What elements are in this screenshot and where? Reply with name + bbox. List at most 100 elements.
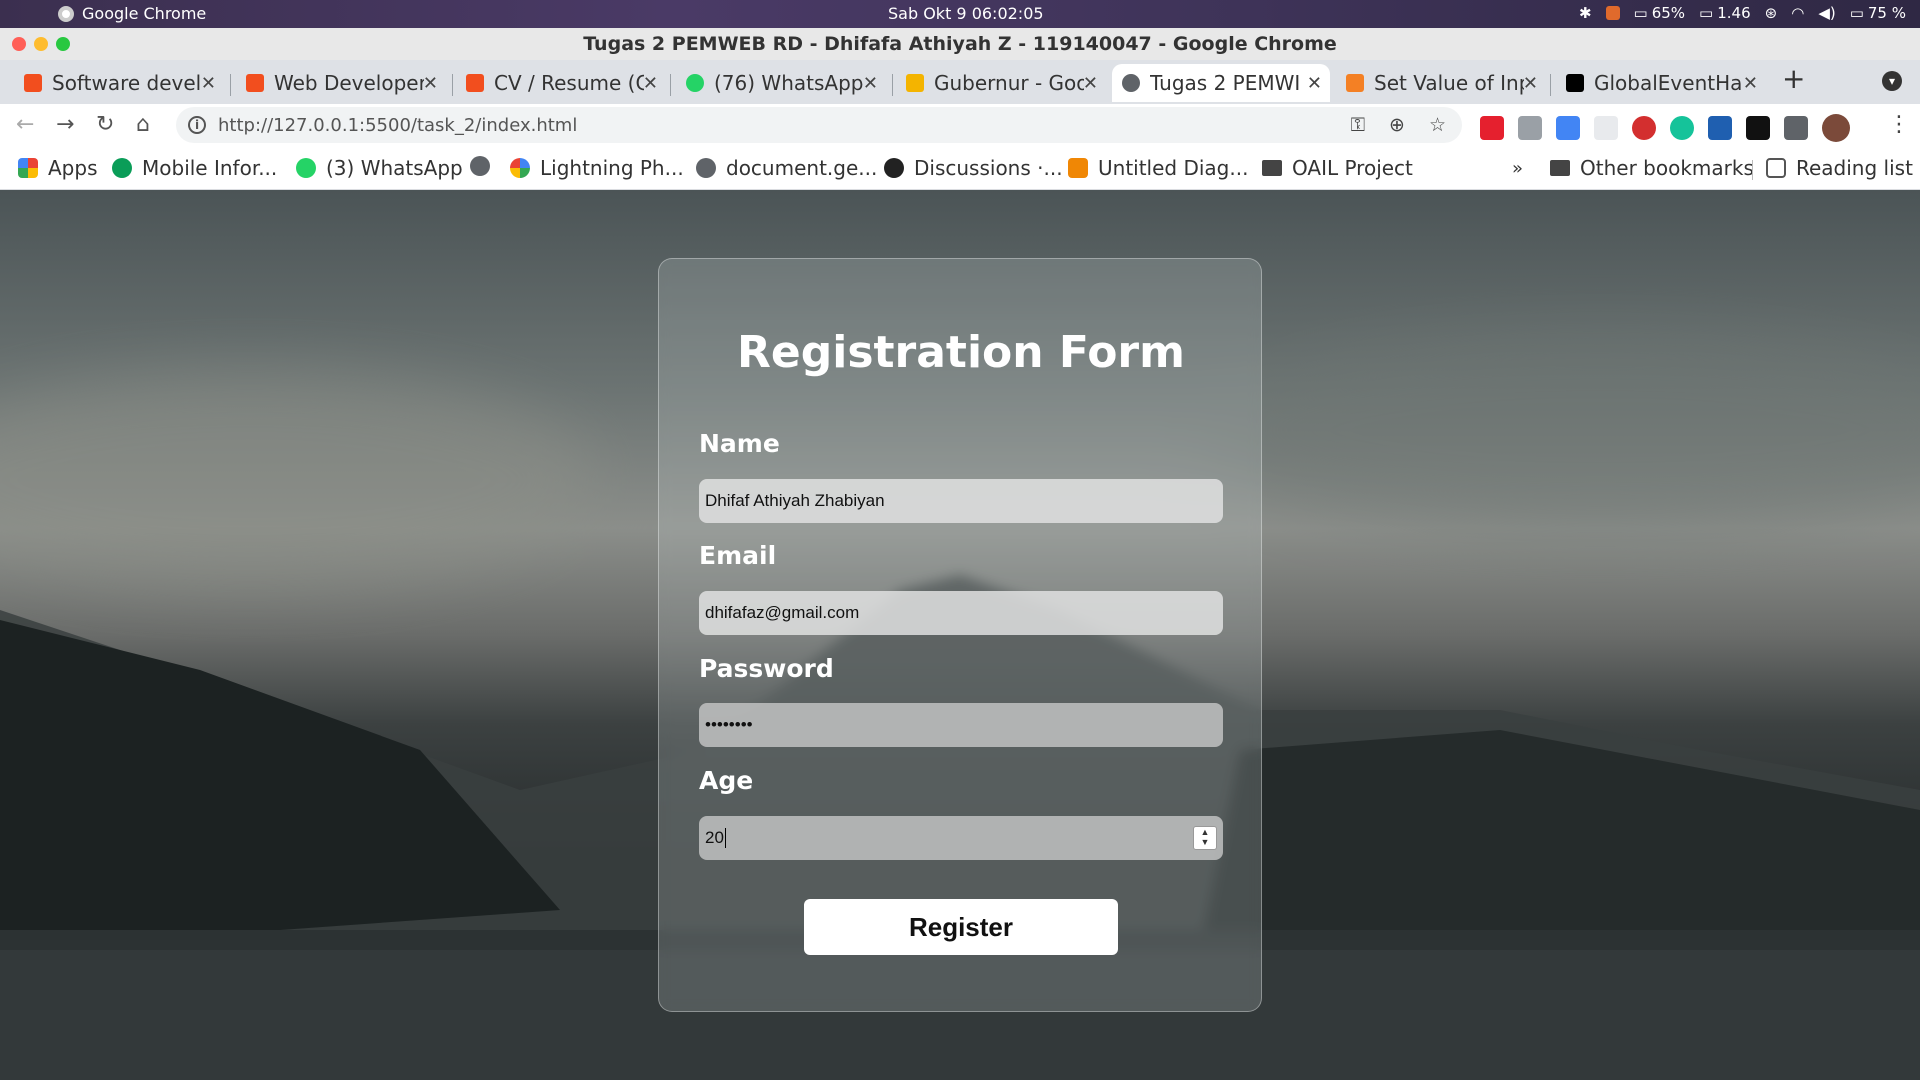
password-input[interactable]: ••••••••: [699, 703, 1223, 747]
tab-search-icon[interactable]: ▾: [1882, 71, 1902, 91]
slides-icon: [906, 74, 924, 92]
name-input-value: Dhifaf Athiyah Zhabiyan: [705, 491, 885, 510]
tab-separator: [892, 74, 893, 96]
puzzle-extensions-icon[interactable]: [1784, 116, 1808, 140]
tab-label: Web Developer: [274, 71, 424, 95]
tab-7[interactable]: GlobalEventHa ✕: [1556, 64, 1766, 102]
bookmark-label: Apps: [48, 156, 98, 180]
tab-label: CV / Resume (C: [494, 71, 644, 95]
bookmark-item-5[interactable]: Discussions ·...: [884, 156, 1063, 180]
slack-tray-icon[interactable]: ✱: [1579, 4, 1592, 22]
site-info-icon[interactable]: i: [188, 116, 206, 134]
menu-kebab-icon[interactable]: ⋮: [1888, 112, 1910, 137]
bookmark-item-0[interactable]: Mobile Infor...: [112, 156, 277, 180]
minimize-window-button[interactable]: [34, 37, 48, 51]
mobile-icon: [112, 158, 132, 178]
forward-icon[interactable]: →: [56, 112, 74, 137]
age-label: Age: [699, 766, 754, 795]
close-tab-icon[interactable]: ✕: [863, 73, 878, 94]
reading-list[interactable]: Reading list: [1766, 156, 1913, 180]
close-tab-icon[interactable]: ✕: [1743, 73, 1758, 94]
tab-label: GlobalEventHa: [1594, 71, 1743, 95]
close-tab-icon[interactable]: ✕: [201, 73, 216, 94]
form-title: Registration Form: [737, 327, 1185, 378]
google-icon: [510, 158, 530, 178]
battery-indicator-1[interactable]: ▭ 65%: [1634, 4, 1686, 22]
window-title: Tugas 2 PEMWEB RD - Dhifafa Athiyah Z - …: [583, 33, 1337, 55]
tab-3[interactable]: (76) WhatsApp ✕: [676, 64, 886, 102]
close-tab-icon[interactable]: ✕: [1307, 73, 1322, 94]
grammarly-icon[interactable]: [1670, 116, 1694, 140]
bookmarks-separator: [1752, 160, 1753, 180]
whatsapp-icon: [296, 158, 316, 178]
key-icon[interactable]: ⚿: [1351, 114, 1365, 136]
bookmark-item-7[interactable]: OAIL Project: [1262, 156, 1413, 180]
new-tab-button[interactable]: +: [1782, 62, 1805, 95]
text-caret: [724, 828, 726, 848]
bookmark-label: Mobile Infor...: [142, 156, 278, 180]
accessibility-icon[interactable]: ⊛: [1765, 4, 1778, 22]
bookmark-item-4[interactable]: document.ge...: [696, 156, 877, 180]
active-app-name: Google Chrome: [82, 4, 207, 23]
close-tab-icon[interactable]: ✕: [1083, 73, 1098, 94]
address-bar[interactable]: i http://127.0.0.1:5500/task_2/index.htm…: [176, 107, 1462, 143]
close-tab-icon[interactable]: ✕: [423, 73, 438, 94]
drawio-icon: [1068, 158, 1088, 178]
tab-label: Tugas 2 PEMWI: [1150, 71, 1300, 95]
tab-4[interactable]: Gubernur - Goo ✕: [896, 64, 1106, 102]
bookmark-apps[interactable]: Apps: [18, 156, 98, 180]
extension-icon-2[interactable]: [1518, 116, 1542, 140]
wifi-icon[interactable]: ◠: [1791, 4, 1804, 22]
close-window-button[interactable]: [12, 37, 26, 51]
zoom-icon[interactable]: ⊕: [1389, 114, 1405, 136]
bookmarks-bar: Apps Mobile Infor... (3) WhatsApp Lightn…: [0, 146, 1920, 190]
bookmark-star-icon[interactable]: ☆: [1429, 114, 1446, 136]
email-input[interactable]: dhifafaz@gmail.com: [699, 591, 1223, 635]
browser-toolbar: ← → ↻ ⌂ i http://127.0.0.1:5500/task_2/i…: [0, 104, 1920, 146]
number-stepper-icon[interactable]: ▲ ▼: [1193, 826, 1217, 850]
tab-2[interactable]: CV / Resume (C ✕: [456, 64, 666, 102]
age-input[interactable]: 20 ▲ ▼: [699, 816, 1223, 860]
back-icon[interactable]: ←: [16, 112, 34, 137]
bookmark-label: Discussions ·...: [914, 156, 1063, 180]
bookmark-item-3[interactable]: Lightning Ph...: [510, 156, 684, 180]
app-tray-icon[interactable]: [1605, 6, 1620, 20]
close-tab-icon[interactable]: ✕: [1523, 73, 1538, 94]
bookmark-label: Reading list: [1796, 156, 1913, 180]
clock[interactable]: Sab Okt 9 06:02:05: [888, 4, 1044, 23]
bookmarks-overflow-button[interactable]: »: [1512, 158, 1523, 179]
active-app[interactable]: Google Chrome: [58, 4, 206, 23]
register-button[interactable]: Register: [804, 899, 1118, 955]
battery-indicator-2[interactable]: ▭ 75 %: [1850, 4, 1906, 22]
notion-icon[interactable]: [1746, 116, 1770, 140]
load-indicator[interactable]: ▭ 1.46: [1699, 4, 1751, 22]
tab-6[interactable]: Set Value of Inp ✕: [1336, 64, 1546, 102]
figma-icon: [24, 74, 42, 92]
tab-5-active[interactable]: Tugas 2 PEMWI ✕: [1112, 64, 1330, 102]
adblock-icon[interactable]: [1632, 116, 1656, 140]
bookmark-label: Other bookmarks: [1580, 156, 1754, 180]
extension-icon-4[interactable]: [1594, 116, 1618, 140]
tab-0[interactable]: Software devel ✕: [14, 64, 224, 102]
other-bookmarks[interactable]: Other bookmarks: [1550, 156, 1754, 180]
volume-icon[interactable]: ◀): [1818, 4, 1835, 22]
maximize-window-button[interactable]: [56, 37, 70, 51]
home-icon[interactable]: ⌂: [136, 112, 150, 137]
bookmark-label: document.ge...: [726, 156, 878, 180]
extension-icon-1[interactable]: [1480, 116, 1504, 140]
tab-1[interactable]: Web Developer ✕: [236, 64, 446, 102]
window-controls: [12, 37, 70, 51]
name-input[interactable]: Dhifaf Athiyah Zhabiyan: [699, 479, 1223, 523]
bookmark-item-6[interactable]: Untitled Diag...: [1068, 156, 1248, 180]
bookmark-item-2[interactable]: [470, 156, 490, 176]
reload-icon[interactable]: ↻: [96, 112, 114, 137]
extension-icon-7[interactable]: [1708, 116, 1732, 140]
bookmark-label: Untitled Diag...: [1098, 156, 1249, 180]
bookmark-item-1[interactable]: (3) WhatsApp: [296, 156, 463, 180]
extensions-bar: [1480, 114, 1850, 142]
url-text[interactable]: http://127.0.0.1:5500/task_2/index.html: [218, 115, 577, 136]
close-tab-icon[interactable]: ✕: [643, 73, 658, 94]
translate-icon[interactable]: [1556, 116, 1580, 140]
profile-avatar[interactable]: [1822, 114, 1850, 142]
folder-icon: [1550, 160, 1570, 176]
